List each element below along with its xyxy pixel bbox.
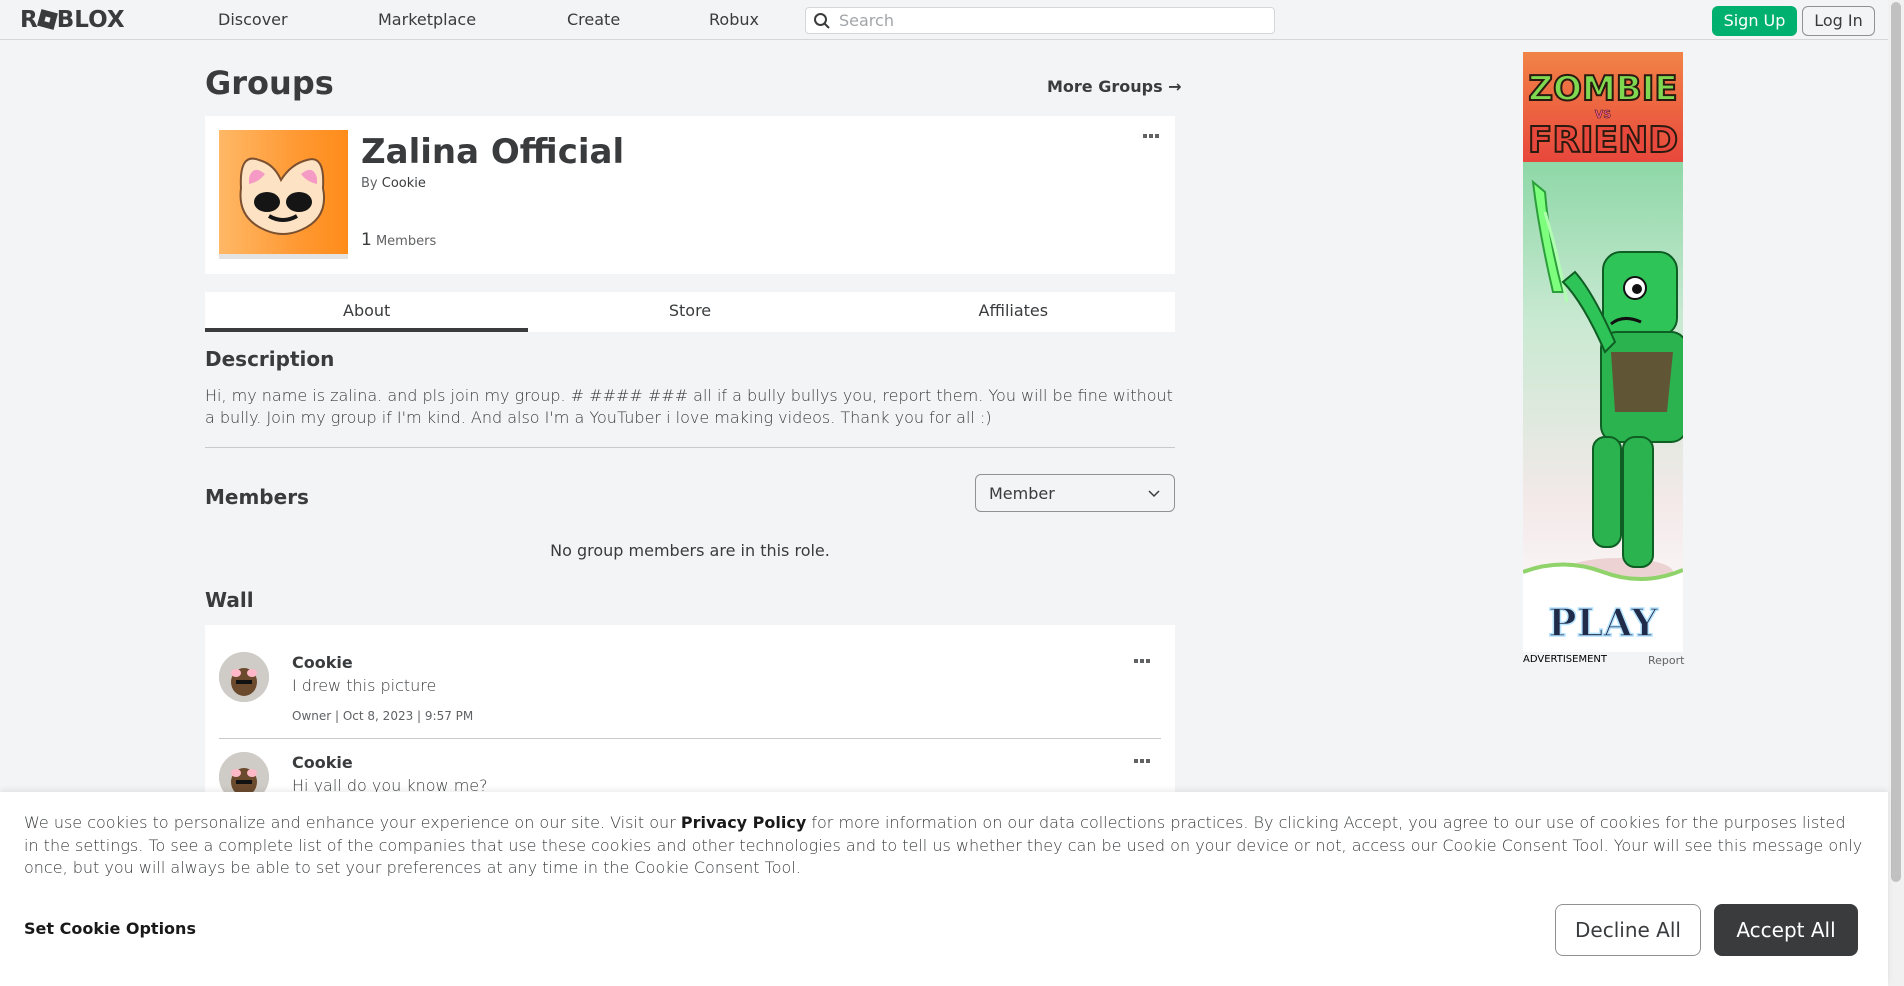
group-tabs: About Store Affiliates	[205, 292, 1175, 332]
chevron-down-icon	[1148, 485, 1160, 504]
post-author[interactable]: Cookie	[292, 753, 353, 772]
group-header-card: Zalina Official By Cookie 1 Members	[205, 116, 1175, 274]
description-heading: Description	[205, 347, 335, 371]
post-meta: Owner | Oct 8, 2023 | 9:57 PM	[292, 709, 474, 723]
sign-up-button[interactable]: Sign Up	[1712, 6, 1797, 36]
ad-title-line1: ZOMBIE	[1528, 69, 1677, 109]
search-box	[805, 7, 1275, 34]
member-count-label: Members	[375, 234, 437, 249]
page-scrollbar[interactable]	[1888, 0, 1904, 986]
search-input[interactable]	[839, 10, 1259, 31]
nav-link-create[interactable]: Create	[567, 10, 620, 30]
wall-heading: Wall	[205, 588, 254, 612]
tab-affiliates[interactable]: Affiliates	[852, 292, 1175, 332]
group-more-options-icon[interactable]	[1143, 134, 1159, 138]
no-members-message: No group members are in this role.	[550, 541, 830, 560]
members-heading: Members	[205, 485, 309, 509]
set-cookie-options-link[interactable]: Set Cookie Options	[24, 919, 196, 938]
tab-store[interactable]: Store	[528, 292, 851, 332]
roblox-logo[interactable]: R BLOX	[20, 7, 125, 33]
more-groups-link[interactable]: More Groups →	[1047, 77, 1182, 96]
post-more-options-icon[interactable]	[1134, 659, 1150, 663]
ad-report-link[interactable]: Report	[1648, 654, 1684, 667]
ad-title-line2: FRIEND	[1528, 120, 1678, 161]
role-dropdown[interactable]: Member	[975, 474, 1175, 512]
nav-link-marketplace[interactable]: Marketplace	[378, 10, 476, 30]
member-count-number: 1	[361, 230, 372, 250]
nav-link-robux[interactable]: Robux	[709, 10, 759, 30]
group-emblem-image	[219, 130, 348, 259]
post-more-options-icon[interactable]	[1134, 759, 1150, 763]
ad-play-text: PLAY	[1548, 600, 1659, 645]
cookie-consent-banner: We use cookies to personalize and enhanc…	[0, 792, 1888, 986]
group-owner-link[interactable]: Cookie	[382, 176, 426, 191]
advertisement-banner[interactable]: ZOMBIE VS FRIEND PLAY	[1523, 52, 1683, 652]
scrollbar-thumb[interactable]	[1891, 2, 1901, 882]
cookie-text-before: We use cookies to personalize and enhanc…	[24, 813, 681, 832]
post-body: I drew this picture	[292, 676, 437, 695]
accept-all-button[interactable]: Accept All	[1714, 904, 1858, 956]
group-by-label: By	[361, 176, 378, 191]
group-description: Hi, my name is zalina. and pls join my g…	[205, 386, 1173, 427]
post-author[interactable]: Cookie	[292, 653, 353, 672]
cookie-consent-text: We use cookies to personalize and enhanc…	[24, 812, 1864, 880]
tab-about[interactable]: About	[205, 292, 529, 332]
decline-all-button[interactable]: Decline All	[1555, 904, 1701, 956]
page-title: Groups	[205, 64, 334, 102]
post-divider	[219, 738, 1161, 739]
wall-posts-card: Cookie I drew this picture Owner | Oct 8…	[205, 625, 1175, 802]
group-member-count: 1 Members	[361, 230, 436, 250]
avatar[interactable]	[219, 652, 269, 702]
advertisement-label: ADVERTISEMENT	[1523, 654, 1608, 665]
role-dropdown-value: Member	[989, 484, 1055, 503]
top-navigation-bar: R BLOX Discover Marketplace Create Robux …	[0, 0, 1888, 40]
group-owner-line: By Cookie	[361, 176, 426, 191]
log-in-button[interactable]: Log In	[1802, 6, 1875, 36]
section-divider	[205, 447, 1175, 448]
privacy-policy-link[interactable]: Privacy Policy	[681, 813, 806, 832]
group-name: Zalina Official	[361, 132, 625, 172]
nav-link-discover[interactable]: Discover	[218, 10, 288, 30]
search-icon	[813, 12, 831, 34]
